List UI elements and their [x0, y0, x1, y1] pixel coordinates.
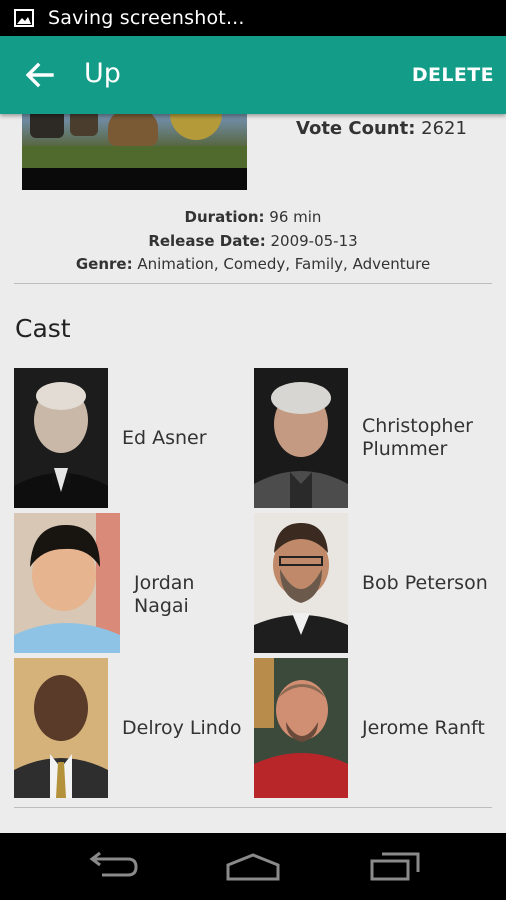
genre-value: Animation, Comedy, Family, Adventure — [137, 255, 431, 273]
cast-item-delroy-lindo[interactable]: Delroy Lindo — [14, 658, 254, 798]
nav-home-icon[interactable] — [226, 851, 280, 881]
page-title: Up — [84, 58, 121, 89]
nav-back-icon[interactable] — [88, 851, 138, 879]
divider — [14, 807, 492, 808]
genre-row: Genre: Animation, Comedy, Family, Advent… — [0, 253, 506, 277]
release-date-label: Release Date: — [148, 231, 266, 250]
vote-count-label: Vote Count: — [296, 118, 416, 139]
status-bar: Saving screenshot... — [0, 0, 506, 36]
release-date-row: Release Date: 2009-05-13 — [0, 230, 506, 254]
cast-name: Bob Peterson — [362, 572, 488, 594]
duration-row: Duration: 96 min — [0, 206, 506, 230]
cast-name: Ed Asner — [122, 427, 207, 449]
cast-item-christopher-plummer[interactable]: Christopher Plummer — [254, 368, 494, 508]
duration-value: 96 min — [269, 208, 322, 226]
navigation-bar — [0, 833, 506, 900]
genre-label: Genre: — [75, 255, 133, 273]
cast-name: Jerome Ranft — [362, 717, 485, 739]
nav-recents-icon[interactable] — [370, 851, 422, 881]
delete-button[interactable]: DELETE — [412, 64, 494, 86]
duration-label: Duration: — [184, 208, 265, 226]
status-text: Saving screenshot... — [48, 7, 245, 29]
cast-photo — [14, 368, 108, 508]
arrow-back-icon[interactable] — [26, 62, 54, 88]
vote-count: Vote Count: 2621 — [296, 118, 467, 139]
cast-item-ed-asner[interactable]: Ed Asner — [14, 368, 254, 508]
cast-photo — [254, 658, 348, 798]
cast-item-jerome-ranft[interactable]: Jerome Ranft — [254, 658, 494, 798]
cast-photo — [254, 368, 348, 508]
cast-name: Christopher Plummer — [362, 415, 473, 460]
divider — [14, 283, 492, 284]
movie-detail-content[interactable]: Vote Count: 2621 Duration: 96 min Releas… — [0, 36, 506, 833]
cast-photo — [254, 513, 348, 653]
cast-photo — [14, 513, 120, 653]
cast-item-jordan-nagai[interactable]: Jordan Nagai — [14, 513, 254, 653]
cast-item-bob-peterson[interactable]: Bob Peterson — [254, 513, 494, 653]
image-icon — [14, 9, 34, 27]
movie-meta: Duration: 96 min Release Date: 2009-05-1… — [0, 206, 506, 277]
app-bar: Up DELETE — [0, 36, 506, 114]
cast-name: Delroy Lindo — [122, 717, 242, 739]
vote-count-value: 2621 — [421, 118, 467, 139]
release-date-value: 2009-05-13 — [270, 231, 358, 250]
cast-photo — [14, 658, 108, 798]
cast-name: Jordan Nagai — [134, 572, 195, 617]
cast-heading: Cast — [15, 314, 71, 343]
